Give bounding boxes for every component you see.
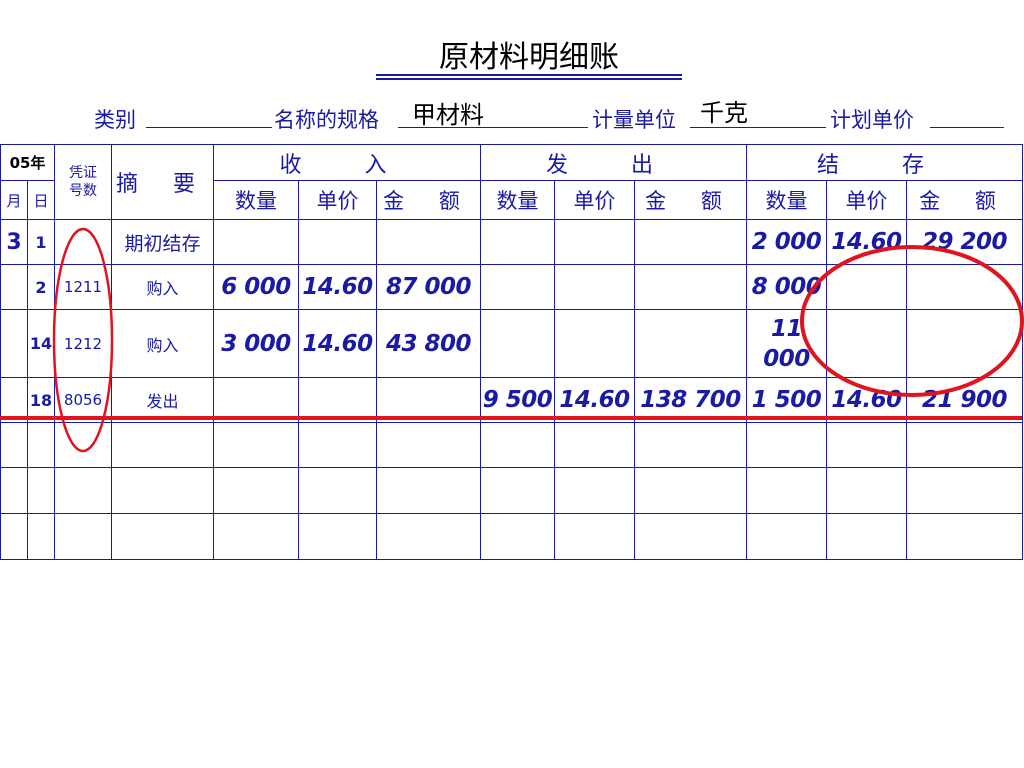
row-out-amt: [634, 309, 748, 378]
voucher-header: 凭证号数: [54, 144, 112, 220]
category-blank: [146, 127, 272, 128]
row-day: 2: [27, 264, 55, 310]
row-bal-amt: 21 900: [906, 377, 1024, 423]
row-in-amt: [375, 377, 482, 423]
in-amt-header: 金 额: [375, 180, 482, 220]
plan-price-blank: [930, 127, 1004, 128]
table-row: 18 8056 发出 9 500 14.60 138 700 1 500 14.…: [0, 377, 1024, 423]
row-bal-price: [826, 264, 908, 310]
ledger-table: 05年 凭证号数 摘 要 收 入 发 出 结 存 月 日 数量 单价 金 额 数…: [0, 144, 1024, 560]
row-in-price: 14.60: [298, 309, 377, 378]
row-in-amt: [375, 219, 482, 265]
row-day: 14: [27, 309, 55, 378]
issue-header: 发 出: [480, 144, 748, 181]
row-out-amt: [634, 219, 748, 265]
row-day: 1: [27, 219, 55, 265]
row-month: 3: [0, 219, 28, 265]
in-qty-header: 数量: [213, 180, 299, 220]
title-underline-double: [376, 78, 682, 80]
row-in-price: 14.60: [298, 264, 377, 310]
row-out-price: 14.60: [554, 377, 636, 423]
row-in-qty: 3 000: [213, 309, 299, 378]
plan-price-label: 计划单价: [830, 108, 914, 132]
bal-qty-header: 数量: [746, 180, 828, 220]
title-underline: [376, 74, 682, 76]
row-in-amt: 87 000: [375, 264, 482, 310]
row-out-amt: 138 700: [634, 377, 748, 423]
row-summary: 购入: [111, 309, 214, 378]
out-qty-header: 数量: [480, 180, 556, 220]
row-in-price: [298, 377, 377, 423]
name-value: 甲材料: [412, 101, 484, 129]
row-out-qty: 9 500: [480, 377, 556, 423]
row-out-price: [554, 219, 636, 265]
row-out-qty: [480, 309, 556, 378]
row-out-amt: [634, 264, 748, 310]
category-label: 类别: [94, 108, 136, 132]
row-month: [0, 377, 28, 423]
row-summary: 购入: [111, 264, 214, 310]
bal-amt-header: 金 额: [906, 180, 1024, 220]
row-voucher: 1212: [54, 309, 112, 378]
balance-header: 结 存: [746, 144, 1024, 181]
out-price-header: 单价: [554, 180, 636, 220]
row-month: [0, 309, 28, 378]
row-out-qty: [480, 219, 556, 265]
summary-header: 摘 要: [111, 144, 214, 220]
row-out-price: [554, 309, 636, 378]
table-row: 14 1212 购入 3 000 14.60 43 800 11 000: [0, 309, 1024, 378]
table-row: 2 1211 购入 6 000 14.60 87 000 8 000: [0, 264, 1024, 310]
row-in-qty: [213, 377, 299, 423]
row-bal-price: 14.60: [826, 219, 908, 265]
receipt-header: 收 入: [212, 144, 482, 181]
in-price-header: 单价: [298, 180, 377, 220]
empty-row: [0, 467, 1024, 514]
row-month: [0, 264, 28, 310]
row-bal-amt: 29 200: [906, 219, 1024, 265]
row-bal-qty: 2 000: [746, 219, 828, 265]
row-bal-qty: 11 000: [746, 309, 828, 378]
year-header: 05年: [0, 144, 55, 181]
row-summary: 发出: [111, 377, 214, 423]
row-bal-price: 14.60: [826, 377, 908, 423]
row-in-qty: [213, 219, 299, 265]
row-bal-amt: [906, 309, 1024, 378]
row-voucher: [54, 219, 112, 265]
bal-price-header: 单价: [826, 180, 908, 220]
header-row-1: 05年 凭证号数 摘 要 收 入 发 出 结 存: [0, 144, 1024, 220]
ledger-title: 原材料明细账: [439, 40, 619, 75]
row-in-qty: 6 000: [213, 264, 299, 310]
unit-value: 千克: [700, 99, 748, 127]
row-summary: 期初结存: [111, 219, 214, 265]
row-bal-price: [826, 309, 908, 378]
row-bal-amt: [906, 264, 1024, 310]
empty-row: [0, 422, 1024, 468]
row-bal-qty: 8 000: [746, 264, 828, 310]
row-in-amt: 43 800: [375, 309, 482, 378]
out-amt-header: 金 额: [634, 180, 748, 220]
row-voucher: 8056: [54, 377, 112, 423]
row-out-price: [554, 264, 636, 310]
name-label: 名称的规格: [274, 108, 379, 132]
row-voucher: 1211: [54, 264, 112, 310]
unit-label: 计量单位: [592, 108, 676, 132]
month-header: 月: [0, 180, 28, 220]
table-row: 3 1 期初结存 2 000 14.60 29 200: [0, 219, 1024, 265]
row-out-qty: [480, 264, 556, 310]
row-bal-qty: 1 500: [746, 377, 828, 423]
row-in-price: [298, 219, 377, 265]
day-header: 日: [27, 180, 55, 220]
empty-row: [0, 513, 1024, 560]
row-day: 18: [27, 377, 55, 423]
